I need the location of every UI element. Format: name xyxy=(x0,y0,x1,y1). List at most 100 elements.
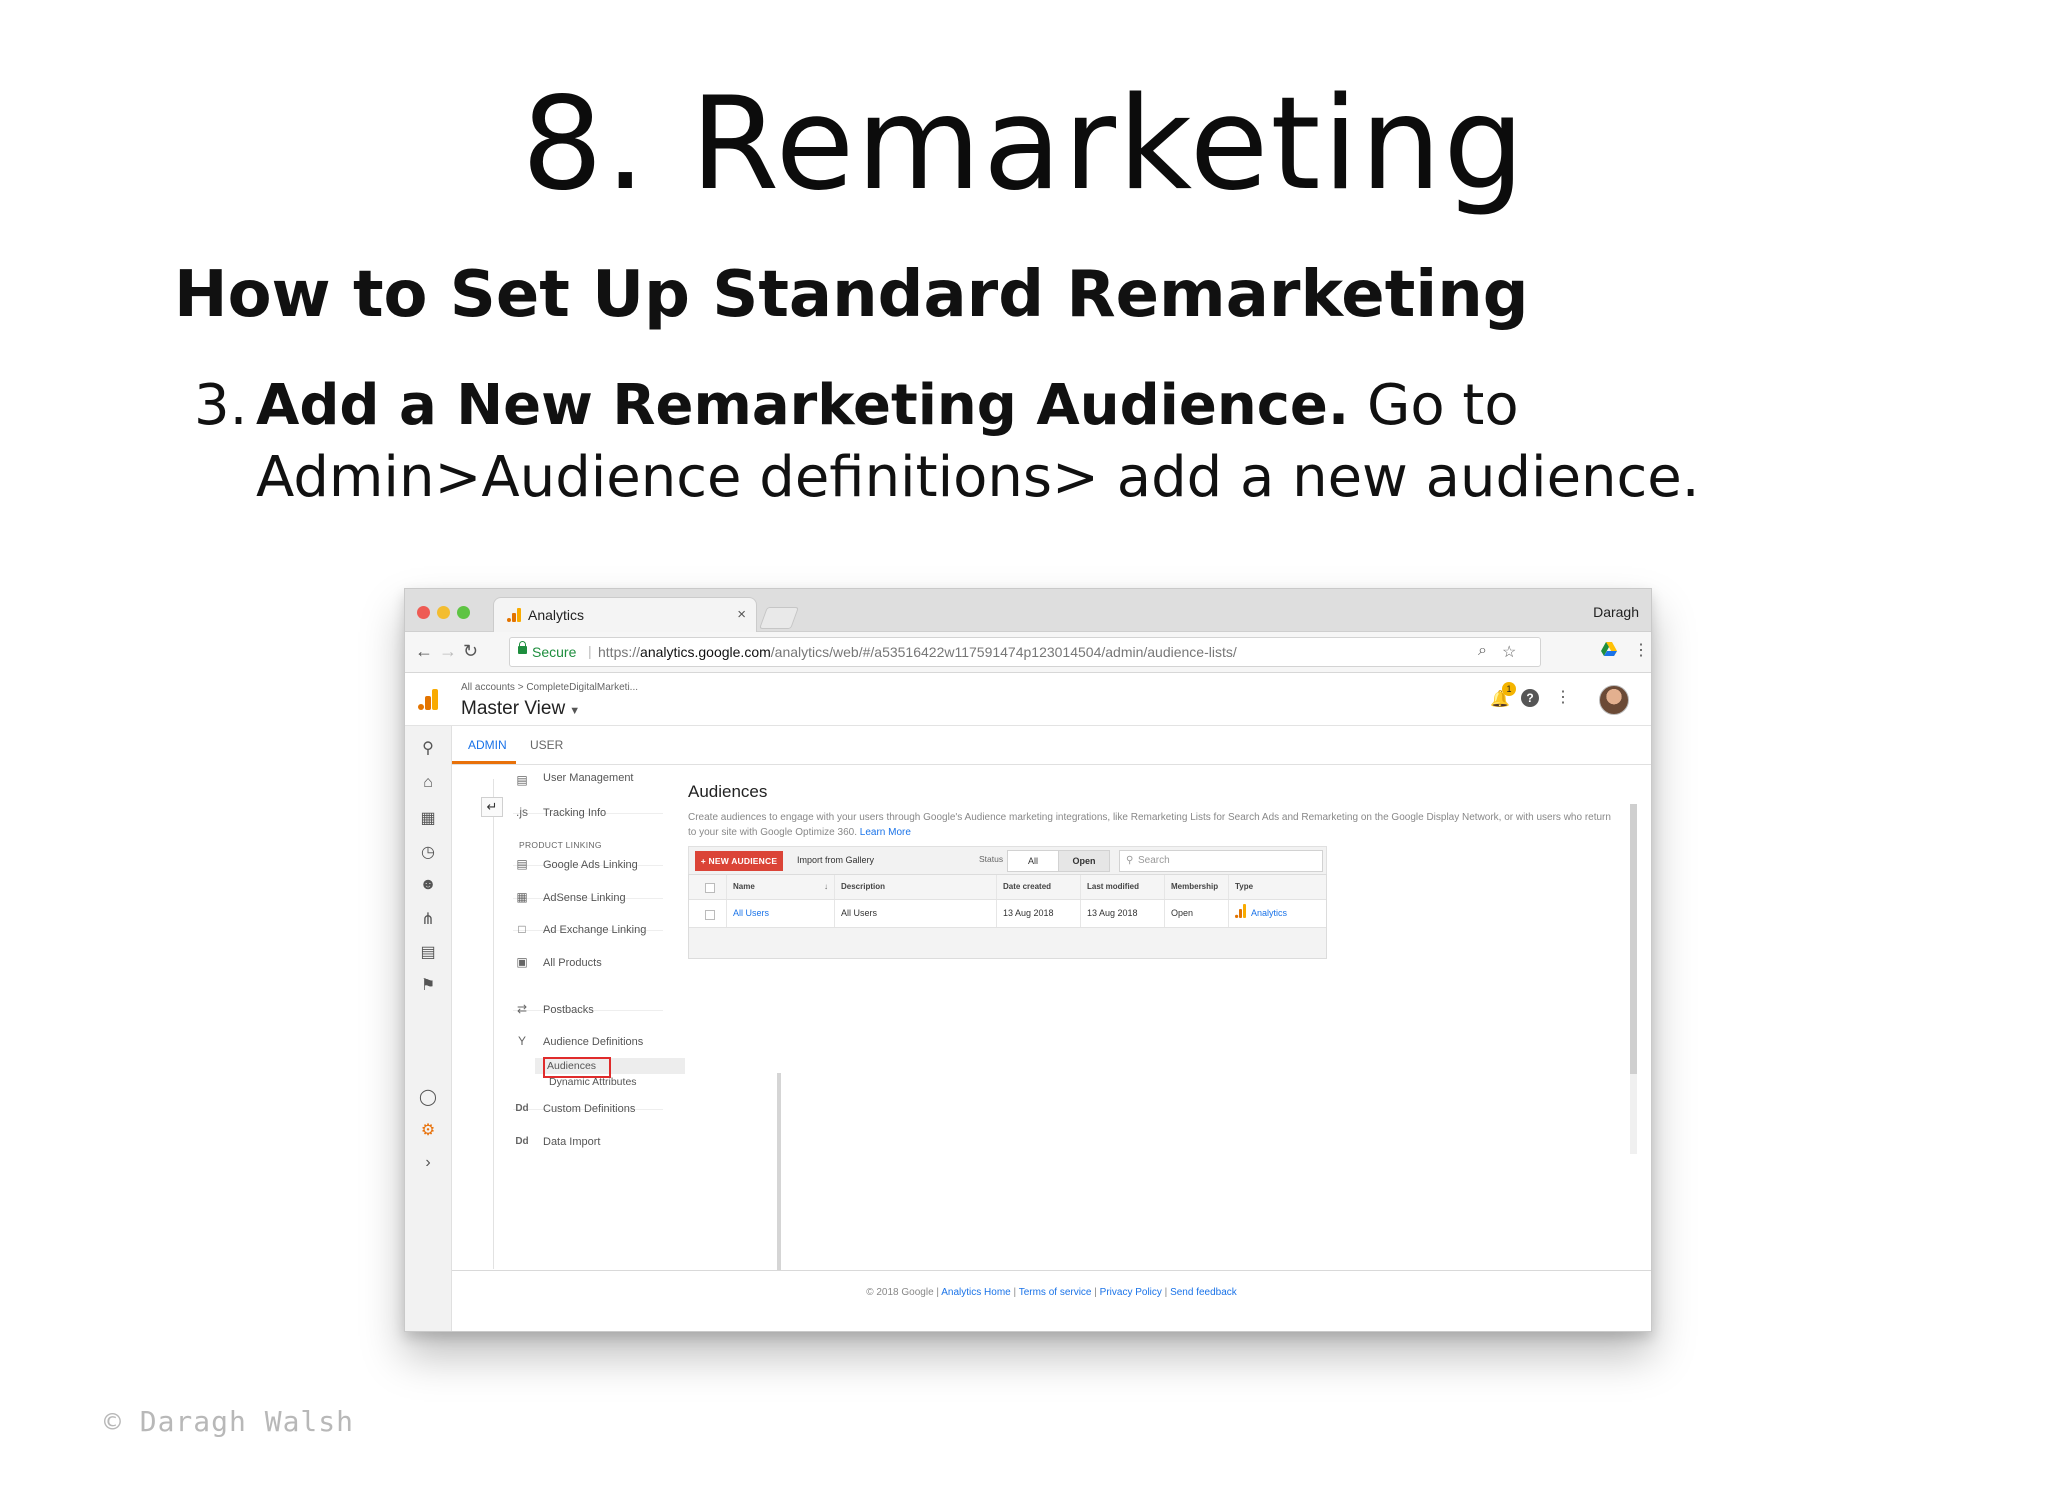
menu-item-all-products[interactable]: ▣ All Products xyxy=(513,955,663,969)
audience-last-modified: 13 Aug 2018 xyxy=(1081,900,1165,927)
column-divider xyxy=(493,779,494,1269)
js-icon: .js xyxy=(516,805,528,819)
realtime-clock-icon[interactable]: ◷ xyxy=(418,842,438,862)
discover-lightbulb-icon[interactable]: ◯ xyxy=(418,1087,438,1107)
column-header-date-created[interactable]: Date created xyxy=(997,875,1081,899)
back-column-button[interactable]: ↵ xyxy=(481,797,503,817)
analytics-logo-icon xyxy=(1235,904,1246,918)
menu-item-adsense-linking[interactable]: ▦ AdSense Linking xyxy=(513,890,663,904)
ad-exchange-icon: □ xyxy=(518,922,526,936)
search-icon[interactable]: ⚲ xyxy=(418,738,438,758)
menu-item-google-ads-linking[interactable]: ▤ Google Ads Linking xyxy=(513,857,663,871)
lock-icon xyxy=(518,641,527,654)
url-input[interactable]: Secure | https://analytics.google.com/an… xyxy=(509,637,1541,667)
new-tab-button[interactable] xyxy=(758,607,800,629)
audience-name-link[interactable]: All Users xyxy=(727,900,835,927)
view-selector[interactable]: Master View ▼ xyxy=(461,698,580,720)
menu-item-custom-definitions[interactable]: Dd Custom Definitions xyxy=(513,1103,663,1115)
view-name: Master View xyxy=(461,698,566,719)
left-nav-rail: ⚲ ⌂ ▦ ◷ ☻ ⋔ ▤ ⚑ ◯ ⚙ › xyxy=(405,726,452,1331)
menu-item-tracking-info[interactable]: .js Tracking Info xyxy=(513,805,663,819)
help-icon[interactable]: ? xyxy=(1521,689,1539,707)
browser-menu-icon[interactable]: ⋮ xyxy=(1633,640,1649,660)
close-window-button[interactable] xyxy=(417,606,430,619)
column-header-last-modified[interactable]: Last modified xyxy=(1081,875,1165,899)
slide-subtitle: How to Set Up Standard Remarketing xyxy=(174,258,1529,332)
bookmark-star-icon[interactable]: ☆ xyxy=(1502,642,1516,662)
select-all-checkbox[interactable] xyxy=(705,883,715,893)
home-icon[interactable]: ⌂ xyxy=(418,774,438,792)
table-empty-row xyxy=(689,928,1326,958)
menu-item-postbacks[interactable]: ⇄ Postbacks xyxy=(513,1002,663,1016)
filter-open-button[interactable]: Open xyxy=(1058,850,1110,872)
analytics-header: All accounts > CompleteDigitalMarketi...… xyxy=(405,673,1651,726)
admin-gear-icon[interactable]: ⚙ xyxy=(418,1120,438,1140)
url-separator: | xyxy=(588,643,592,659)
new-audience-button[interactable]: + NEW AUDIENCE xyxy=(695,851,783,871)
column-header-membership[interactable]: Membership xyxy=(1165,875,1229,899)
browser-profile-name[interactable]: Daragh xyxy=(1593,604,1639,620)
audience-person-icon[interactable]: ☻ xyxy=(418,876,438,894)
back-arrow-icon[interactable]: ← xyxy=(415,641,433,662)
audiences-heading: Audiences xyxy=(688,782,768,801)
audience-type-link[interactable]: Analytics xyxy=(1251,908,1287,918)
step-bold-text: Add a New Remarketing Audience. xyxy=(256,373,1350,438)
reload-icon[interactable]: ↻ xyxy=(463,641,478,662)
tab-user[interactable]: USER xyxy=(530,738,563,752)
menu-item-audience-definitions[interactable]: Υ Audience Definitions xyxy=(513,1034,663,1048)
column-header-name[interactable]: Name ↓ xyxy=(727,875,835,899)
forward-arrow-icon[interactable]: → xyxy=(439,641,457,662)
behavior-icon[interactable]: ▤ xyxy=(418,942,438,962)
account-breadcrumb[interactable]: All accounts > CompleteDigitalMarketi... xyxy=(461,682,638,693)
row-checkbox[interactable] xyxy=(705,910,715,920)
address-bar: ← → ↻ Secure | https://analytics.google.… xyxy=(405,632,1651,673)
google-drive-icon[interactable] xyxy=(1601,642,1617,656)
browser-window: Analytics × Daragh ← → ↻ Secure | https:… xyxy=(404,588,1652,1332)
search-icon: ⚲ xyxy=(1126,855,1134,866)
row-select-cell xyxy=(689,900,727,927)
footer-link-privacy[interactable]: Privacy Policy xyxy=(1100,1287,1162,1298)
minimize-window-button[interactable] xyxy=(437,606,450,619)
audience-type[interactable]: Analytics xyxy=(1229,900,1326,927)
import-from-gallery-button[interactable]: Import from Gallery xyxy=(797,855,874,865)
menu-item-data-import[interactable]: Dd Data Import xyxy=(513,1136,663,1148)
url-text: https://analytics.google.com/analytics/w… xyxy=(598,644,1237,660)
admin-user-tabs: ADMIN USER xyxy=(452,726,1651,765)
audience-definitions-icon: Υ xyxy=(517,1034,526,1048)
audience-search-input[interactable]: ⚲ Search xyxy=(1119,850,1323,872)
submenu-dynamic-attributes[interactable]: Dynamic Attributes xyxy=(549,1076,637,1088)
step-text: Add a New Remarketing Audience. Go to Ad… xyxy=(256,370,1896,514)
audiences-toolbar: + NEW AUDIENCE Import from Gallery Statu… xyxy=(688,846,1327,875)
footer-link-feedback[interactable]: Send feedback xyxy=(1170,1287,1237,1298)
column-header-type[interactable]: Type xyxy=(1229,875,1326,899)
user-avatar[interactable] xyxy=(1599,685,1629,715)
learn-more-link[interactable]: Learn More xyxy=(860,827,911,838)
analytics-logo-icon xyxy=(507,608,521,622)
tab-admin[interactable]: ADMIN xyxy=(468,738,507,752)
acquisition-icon[interactable]: ⋔ xyxy=(418,909,438,929)
browser-tab-analytics[interactable]: Analytics × xyxy=(493,597,757,632)
sort-arrow-icon: ↓ xyxy=(824,882,828,891)
analytics-logo-icon[interactable] xyxy=(417,687,439,711)
conversions-flag-icon[interactable]: ⚑ xyxy=(418,975,438,995)
audiences-highlight-box xyxy=(543,1057,611,1078)
footer-copyright: © 2018 Google xyxy=(866,1287,934,1298)
audience-description: All Users xyxy=(835,900,997,927)
secure-label: Secure xyxy=(532,644,577,660)
maximize-window-button[interactable] xyxy=(457,606,470,619)
customization-icon[interactable]: ▦ xyxy=(418,808,438,828)
audiences-panel: Audiences Create audiences to engage wit… xyxy=(688,764,1640,1269)
data-import-icon: Dd xyxy=(515,1136,529,1147)
more-options-icon[interactable]: ⋮ xyxy=(1555,687,1571,707)
column-header-description[interactable]: Description xyxy=(835,875,997,899)
zoom-icon[interactable]: ⌕ xyxy=(1478,642,1487,660)
expand-chevron-icon[interactable]: › xyxy=(418,1154,438,1172)
main-scrollbar[interactable] xyxy=(1630,804,1637,1074)
tab-close-icon[interactable]: × xyxy=(737,606,746,623)
menu-item-user-management[interactable]: ▤ User Management xyxy=(513,772,663,787)
footer-link-terms[interactable]: Terms of service xyxy=(1019,1287,1092,1298)
menu-item-ad-exchange-linking[interactable]: □ Ad Exchange Linking xyxy=(513,922,663,936)
filter-all-button[interactable]: All xyxy=(1007,850,1059,872)
footer-link-analytics-home[interactable]: Analytics Home xyxy=(941,1287,1010,1298)
postbacks-icon: ⇄ xyxy=(516,1002,528,1016)
